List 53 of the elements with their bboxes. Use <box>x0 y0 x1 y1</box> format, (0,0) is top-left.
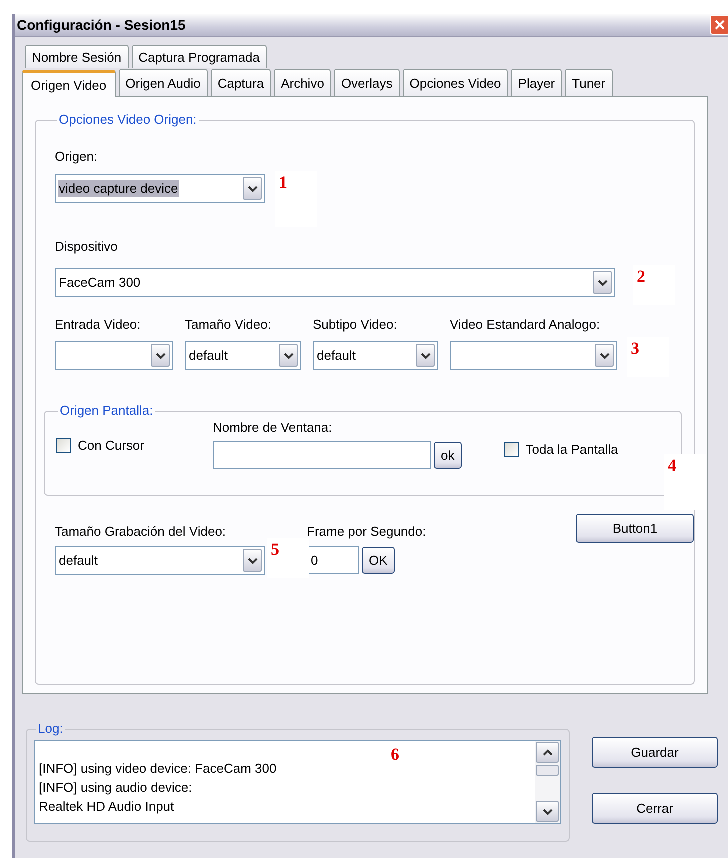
checkbox[interactable] <box>504 442 519 457</box>
dropdown-value: default <box>188 347 230 364</box>
group-title: Opciones Video Origen: <box>58 113 198 127</box>
scrollbar[interactable] <box>535 741 560 823</box>
log-line: [INFO] using audio device: <box>39 779 194 797</box>
field-label: Video Estandard Analogo: <box>450 317 602 333</box>
input-field[interactable] <box>213 441 431 469</box>
log-text-area[interactable]: [INFO] using video device: FaceCam 300 [INFO] using audio device: Realtek HD Audio Input 6 <box>34 740 561 824</box>
group-title: Origen Pantalla: <box>59 404 154 418</box>
tab[interactable]: Captura <box>210 69 272 96</box>
scroll-down-icon[interactable] <box>536 801 559 822</box>
dropdown-value: default <box>58 552 100 569</box>
dropdown-value: default <box>316 347 358 364</box>
button[interactable]: Guardar <box>592 737 718 768</box>
field-label: Frame por Segundo: <box>307 524 426 540</box>
field-label: Origen: <box>55 149 99 165</box>
field-label: Subtipo Video: <box>313 317 398 333</box>
scroll-up-icon[interactable] <box>536 742 559 763</box>
dropdown-value: video capture device <box>58 180 180 197</box>
input-field[interactable]: 0 <box>307 546 359 574</box>
tab[interactable]: Captura Programada <box>132 45 268 68</box>
field-label: Dispositivo <box>55 239 119 255</box>
checkbox[interactable] <box>56 438 71 453</box>
field-label: Tamaño Grabación del Video: <box>55 524 228 540</box>
field-label: Entrada Video: <box>55 317 142 333</box>
button[interactable]: Button1 <box>576 514 694 543</box>
checkbox-label: Con Cursor <box>78 438 144 453</box>
tab[interactable]: Tuner <box>565 69 613 96</box>
log-line: [INFO] using video device: FaceCam 300 <box>39 760 278 778</box>
tab[interactable]: Origen Video <box>22 70 116 97</box>
tab[interactable]: Archivo <box>274 69 332 96</box>
dropdown[interactable]: video capture device <box>55 174 265 203</box>
log-line: Realtek HD Audio Input <box>39 798 176 816</box>
dropdown[interactable]: default <box>313 341 438 370</box>
dropdown-value: FaceCam 300 <box>58 274 142 291</box>
tab[interactable]: Nombre Sesión <box>25 45 129 68</box>
dropdown[interactable]: FaceCam 300 <box>55 268 615 297</box>
dropdown[interactable]: default <box>55 546 265 575</box>
tab[interactable]: Origen Audio <box>118 69 208 96</box>
button[interactable]: Cerrar <box>592 793 718 824</box>
tab[interactable]: Opciones Video <box>402 69 508 96</box>
group-title: Log: <box>37 722 64 736</box>
field-label: Nombre de Ventana: <box>213 420 334 436</box>
tab[interactable]: Overlays <box>334 69 400 96</box>
checkbox-label: Toda la Pantalla <box>526 442 618 457</box>
ok-button[interactable]: OK <box>362 546 395 574</box>
field-label: Tamaño Video: <box>185 317 272 333</box>
scroll-thumb[interactable] <box>536 765 559 776</box>
tab[interactable]: Player <box>511 69 562 96</box>
dropdown[interactable]: default <box>185 341 301 370</box>
close-icon[interactable] <box>710 15 728 35</box>
ok-button[interactable]: ok <box>434 442 462 468</box>
window-title: Configuración - Sesion15 <box>16 17 186 33</box>
